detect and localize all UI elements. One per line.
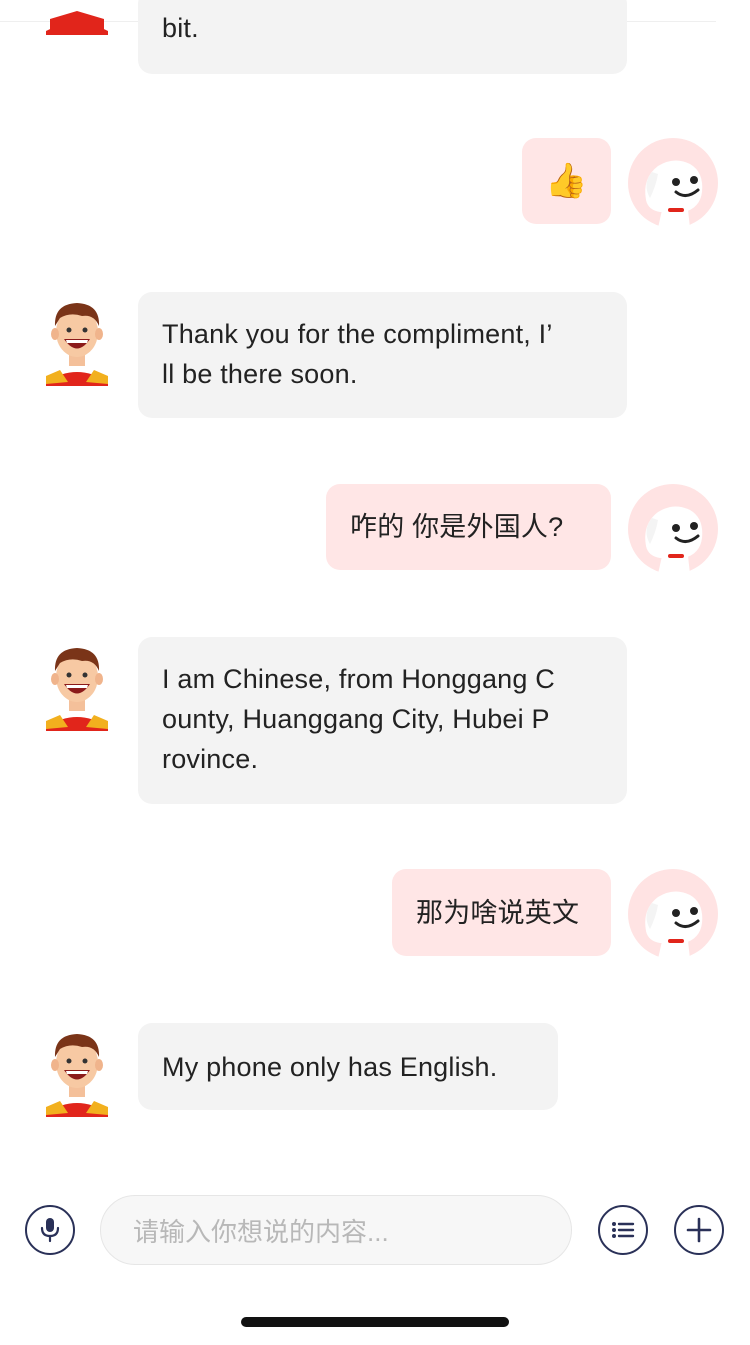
message-bubble-user: 👍 bbox=[522, 138, 611, 224]
message-text-line: ll be there soon. bbox=[162, 359, 358, 389]
microphone-icon bbox=[39, 1217, 61, 1243]
message-text-line: bit. bbox=[162, 13, 199, 43]
message-bubble-user: 咋的 你是外国人? bbox=[326, 484, 611, 570]
home-indicator[interactable] bbox=[241, 1317, 509, 1327]
message-text: My phone only has English. bbox=[162, 1051, 498, 1082]
message-text-line: ounty, Huanggang City, Hubei P bbox=[162, 704, 550, 734]
message-bubble-agent: I am Chinese, from Honggang C ounty, Hua… bbox=[138, 637, 627, 804]
user-avatar-joy-dog[interactable] bbox=[628, 484, 718, 574]
list-icon bbox=[611, 1220, 635, 1240]
message-bubble-agent: Thank you for the compliment, I’ ll be t… bbox=[138, 292, 627, 418]
message-input[interactable]: 请输入你想说的内容... bbox=[100, 1195, 572, 1265]
agent-avatar[interactable] bbox=[32, 0, 122, 35]
agent-avatar[interactable] bbox=[32, 1027, 122, 1117]
message-text: 咋的 你是外国人? bbox=[350, 512, 564, 542]
agent-avatar[interactable] bbox=[32, 641, 122, 731]
message-text-line: rovince. bbox=[162, 744, 259, 774]
input-placeholder: 请输入你想说的内容... bbox=[133, 1216, 389, 1247]
message-text-line: Thank you for the compliment, I’ bbox=[162, 319, 553, 349]
user-avatar-joy-dog[interactable] bbox=[628, 869, 718, 959]
quick-menu-button[interactable] bbox=[598, 1205, 648, 1255]
message-bubble-agent: My phone only has English. bbox=[138, 1023, 558, 1110]
plus-icon bbox=[686, 1217, 712, 1243]
more-actions-button[interactable] bbox=[674, 1205, 724, 1255]
message-text-line: I am Chinese, from Honggang C bbox=[162, 664, 555, 694]
message-bubble-user: 那为啥说英文 bbox=[392, 869, 611, 956]
voice-input-button[interactable] bbox=[25, 1205, 75, 1255]
message-text: 那为啥说英文 bbox=[416, 897, 580, 928]
user-avatar-joy-dog[interactable] bbox=[628, 138, 718, 228]
message-bubble-agent: bit. bbox=[138, 0, 627, 74]
thumbs-up-emoji: 👍 bbox=[545, 162, 588, 200]
agent-avatar[interactable] bbox=[32, 296, 122, 386]
